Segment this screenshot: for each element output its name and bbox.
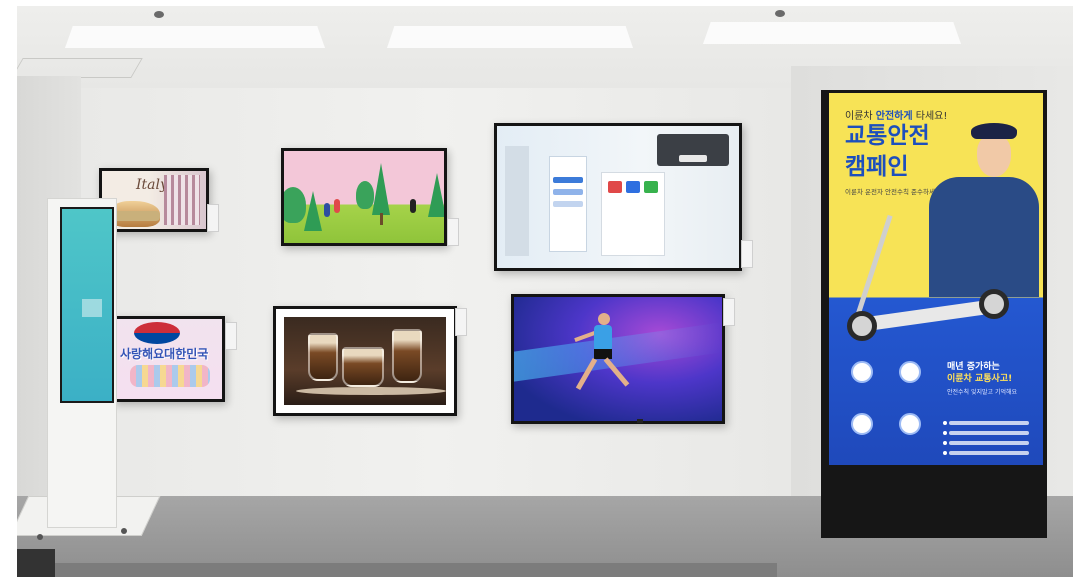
popup-mockup [657, 134, 729, 166]
traffic-safety-poster: 이륜차 안전하게 타세요! 교통안전 캠페인 이륜차 운전자 안전수칙 준수하세… [829, 93, 1043, 465]
phone-bar [553, 177, 583, 183]
ceiling-light [387, 26, 633, 48]
korea-slogan: 사랑해요대한민국 [120, 347, 209, 361]
safety-icon [851, 361, 873, 383]
person-figure [410, 199, 416, 213]
police-officer-body [929, 177, 1039, 297]
list-line [949, 441, 1029, 445]
taegeuk-symbol [134, 322, 180, 344]
kiosk-screen-block [82, 299, 102, 317]
product-tag [207, 204, 219, 232]
screen-content [514, 297, 722, 421]
police-cap [971, 123, 1017, 139]
floor-mat [17, 549, 55, 577]
cake-layer [112, 211, 160, 221]
display-screen-runner [511, 294, 725, 424]
tree-trunk [380, 213, 383, 225]
scooter-wheel [979, 289, 1009, 319]
poster-title-line2: 캠페인 [845, 154, 909, 180]
product-tag [225, 322, 237, 350]
floor-strip [37, 563, 777, 577]
saucer [296, 387, 446, 395]
ceiling-camera [154, 11, 164, 18]
runner-shorts [594, 349, 612, 359]
coffee-cup [342, 347, 384, 387]
product-tag [455, 308, 467, 336]
screen-content [284, 151, 444, 243]
list-bullet [943, 431, 947, 435]
safety-icon [899, 361, 921, 383]
coffee-cup [392, 329, 422, 383]
poster-top-line: 이륜차 안전하게 타세요! [845, 107, 947, 122]
poster-caption: 안전수칙 잊지말고 기억해요 [947, 389, 1018, 396]
kiosk-tile [608, 181, 622, 193]
poster-headline: 매년 증가하는 이륜차 교통사고! [947, 361, 1012, 385]
safety-icon [899, 413, 921, 435]
screen-content: Italy [102, 171, 206, 229]
phone-bar [553, 189, 583, 195]
product-tag [447, 218, 459, 246]
door-shape [505, 146, 529, 256]
list-bullet [943, 441, 947, 445]
safety-icon [851, 413, 873, 435]
list-line [949, 421, 1029, 425]
children-illustration [130, 365, 210, 387]
striped-fabric [164, 175, 200, 225]
list-line [949, 451, 1029, 455]
tree-shape [304, 191, 322, 231]
display-screen-ui-demo [494, 123, 742, 271]
phone-mockup [549, 156, 587, 252]
scooter-deck [858, 300, 990, 332]
display-screen-landscape [281, 148, 447, 246]
kiosk-tile [644, 181, 658, 193]
screen-content [284, 317, 446, 405]
poster-subtitle: 이륜차 운전자 안전수칙 준수하세요. [845, 188, 943, 196]
kiosk-wheel [37, 534, 43, 540]
kiosk-wheel [121, 528, 127, 534]
product-tag [741, 240, 753, 268]
poster-title: 교통안전 캠페인 [845, 121, 930, 183]
runner-head [598, 313, 610, 325]
scooter-wheel [847, 311, 877, 341]
tree-shape [372, 163, 390, 215]
ceiling-light [703, 22, 961, 44]
product-tag [723, 298, 735, 326]
list-bullet [943, 421, 947, 425]
poster-title-line1: 교통안전 [845, 123, 930, 149]
tree-shape [428, 173, 444, 217]
screen-content: 사랑해요대한민국 [116, 319, 222, 399]
list-bullet [943, 451, 947, 455]
kiosk-mockup [601, 172, 665, 256]
display-screen-korea: 사랑해요대한민국 [113, 316, 225, 402]
list-line [949, 431, 1029, 435]
display-screen-coffee [273, 306, 457, 416]
person-figure [324, 203, 330, 217]
runner-body [594, 325, 612, 351]
screen-content [497, 126, 739, 268]
popup-button [679, 155, 707, 162]
phone-bar [553, 201, 583, 207]
ceiling-light [65, 26, 325, 48]
ceiling-vent [17, 58, 143, 78]
kiosk-stand-screen [60, 207, 114, 403]
poster-headline-line1: 매년 증가하는 [947, 362, 1000, 372]
poster-headline-line2: 이륜차 교통사고! [947, 374, 1013, 384]
police-officer-face [977, 135, 1011, 177]
kiosk-tile [626, 181, 640, 193]
coffee-cup [308, 333, 338, 381]
bush-shape [284, 187, 306, 223]
scooter-stem [854, 214, 893, 320]
ceiling-camera [775, 10, 785, 17]
person-figure [334, 199, 340, 213]
showroom-scene: Italy 사랑해요대한민국 이륜차 안전하게 타세요! 교통안전 캠페인 이륜… [17, 6, 1073, 577]
